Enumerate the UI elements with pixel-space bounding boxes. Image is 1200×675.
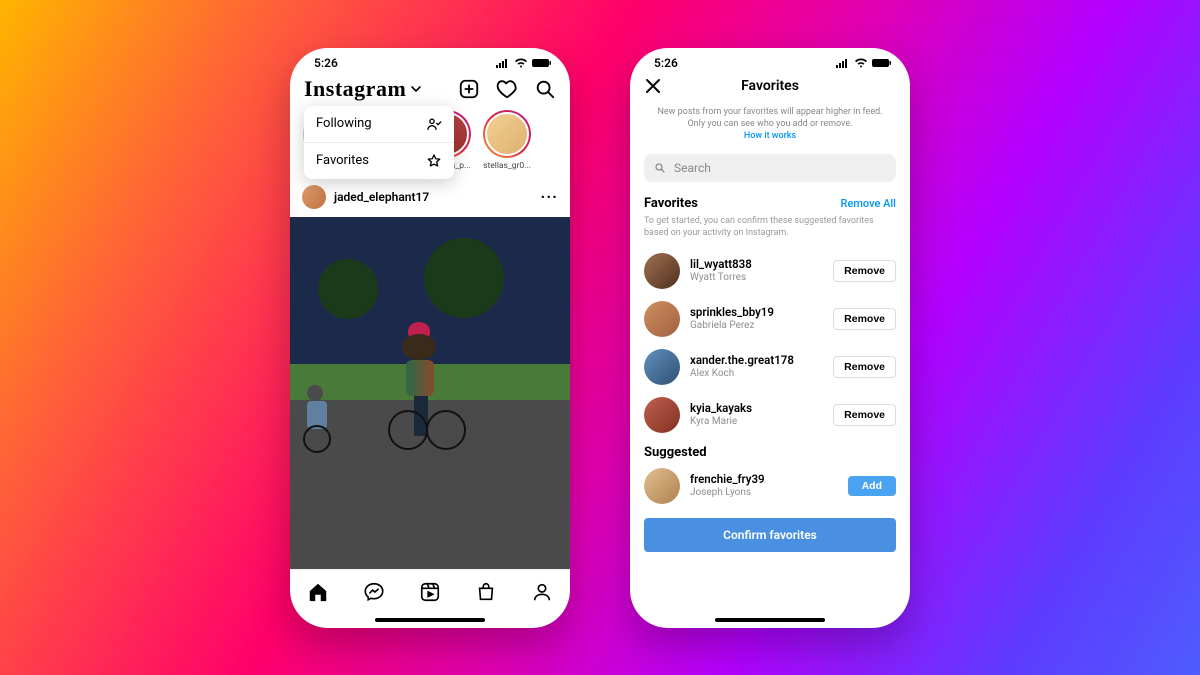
favorite-row: kyia_kayaks Kyra Marie Remove [630,391,910,439]
user-avatar[interactable] [644,301,680,337]
home-tab[interactable] [307,581,329,603]
row-username[interactable]: sprinkles_bby19 [690,306,823,320]
logo-text: Instagram [304,76,406,102]
home-icon [307,581,329,603]
confirm-favorites-button[interactable]: Confirm favorites [644,518,896,552]
dropdown-label: Following [316,116,372,131]
status-bar: 5:26 [630,48,910,70]
row-username[interactable]: frenchie_fry39 [690,473,838,487]
row-fullname: Wyatt Torres [690,272,823,284]
gradient-background: 5:26 Instagram [0,0,1200,675]
info-line: Only you can see who you add or remove. [654,118,886,130]
remove-button[interactable]: Remove [833,404,896,426]
close-icon [644,77,662,95]
search-icon [654,162,666,174]
suggested-section-header: Suggested [630,439,910,462]
create-post-button[interactable] [458,78,480,100]
remove-button[interactable]: Remove [833,260,896,282]
modal-header: Favorites [630,70,910,102]
user-avatar[interactable] [644,253,680,289]
favorite-row: lil_wyatt838 Wyatt Torres Remove [630,247,910,295]
user-avatar[interactable] [644,468,680,504]
post-image[interactable] [290,217,570,569]
post-header: jaded_elephant17 ··· [290,177,570,217]
info-line: New posts from your favorites will appea… [654,106,886,118]
logo-dropdown-trigger[interactable]: Instagram [304,76,422,102]
favorites-hint: To get started, you can confirm these su… [630,213,910,247]
dropdown-item-favorites[interactable]: Favorites [304,142,454,179]
how-it-works-link[interactable]: How it works [654,130,886,142]
user-avatar[interactable] [644,349,680,385]
profile-icon [531,581,553,603]
favorite-row: sprinkles_bby19 Gabriela Perez Remove [630,295,910,343]
post-options-button[interactable]: ··· [541,187,558,206]
row-username[interactable]: xander.the.great178 [690,354,823,368]
phone-favorites: 5:26 Favorites New posts from your favor… [630,48,910,628]
remove-all-button[interactable]: Remove All [841,197,896,210]
app-header: Instagram [290,70,570,106]
status-time: 5:26 [654,56,678,70]
remove-button[interactable]: Remove [833,356,896,378]
row-username[interactable]: kyia_kayaks [690,402,823,416]
shop-icon [475,581,497,603]
dropdown-label: Favorites [316,153,369,168]
suggested-row: frenchie_fry39 Joseph Lyons Add [630,462,910,510]
status-indicators [496,58,552,68]
wifi-icon [514,58,528,68]
section-title: Favorites [644,196,698,211]
plus-square-icon [458,78,480,100]
signal-icon [496,58,510,68]
favorites-section-header: Favorites Remove All [630,190,910,213]
row-fullname: Gabriela Perez [690,320,823,332]
user-check-icon [426,116,442,132]
messenger-tab[interactable] [363,581,385,603]
post-username[interactable]: jaded_elephant17 [334,190,429,204]
modal-title: Favorites [741,78,799,94]
phone-feed: 5:26 Instagram [290,48,570,628]
search-icon [534,78,556,100]
reels-tab[interactable] [419,581,441,603]
status-time: 5:26 [314,56,338,70]
remove-button[interactable]: Remove [833,308,896,330]
dropdown-item-following[interactable]: Following [304,106,454,142]
search-button[interactable] [534,78,556,100]
row-fullname: Kyra Marie [690,416,823,428]
user-avatar[interactable] [644,397,680,433]
reels-icon [419,581,441,603]
home-indicator [375,618,485,622]
row-fullname: Alex Koch [690,368,823,380]
info-text: New posts from your favorites will appea… [630,102,910,146]
heart-icon [496,78,518,100]
shop-tab[interactable] [475,581,497,603]
close-button[interactable] [644,77,662,95]
status-indicators [836,58,892,68]
status-bar: 5:26 [290,48,570,70]
battery-icon [532,58,552,68]
star-icon [426,153,442,169]
battery-icon [872,58,892,68]
favorite-row: xander.the.great178 Alex Koch Remove [630,343,910,391]
row-username[interactable]: lil_wyatt838 [690,258,823,272]
feed-selector-dropdown: Following Favorites [304,106,454,179]
story-item[interactable]: stellas_gr0... [482,110,532,171]
messenger-icon [363,581,385,603]
wifi-icon [854,58,868,68]
chevron-down-icon [410,83,422,95]
activity-button[interactable] [496,78,518,100]
search-input[interactable]: Search [644,154,896,182]
story-label: stellas_gr0... [483,161,531,171]
row-fullname: Joseph Lyons [690,487,838,499]
post-avatar[interactable] [302,185,326,209]
add-button[interactable]: Add [848,476,896,496]
search-placeholder: Search [674,161,711,175]
home-indicator [715,618,825,622]
signal-icon [836,58,850,68]
section-title: Suggested [644,445,707,460]
profile-tab[interactable] [531,581,553,603]
